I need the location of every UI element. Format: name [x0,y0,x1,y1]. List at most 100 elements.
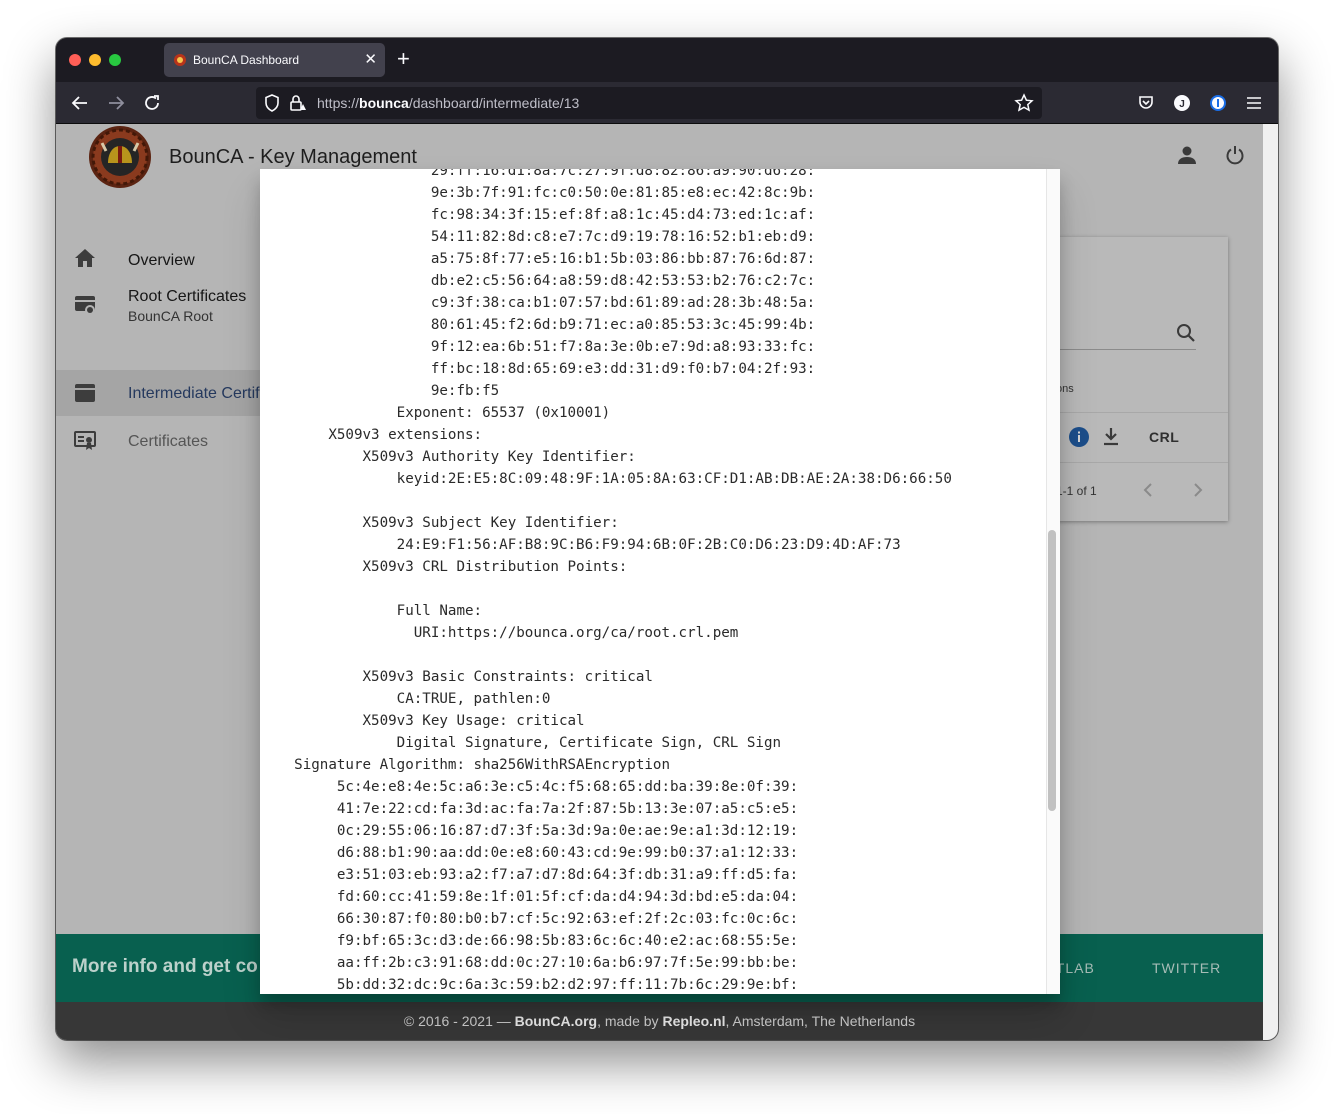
certificate-line: fd:60:cc:41:59:8e:1f:01:5f:cf:da:d4:94:3… [260,889,799,905]
power-icon[interactable] [1225,145,1245,165]
info-icon[interactable] [1069,427,1089,447]
url-scheme: https:// [317,95,360,111]
browser-window: BounCA Dashboard ✕ + https://bounca/dash… [56,38,1278,1040]
certificate-line: a5:75:8f:77:e5:16:b1:5b:03:86:bb:87:76:6… [260,251,816,267]
password-manager-icon[interactable] [1209,94,1227,112]
certificate-icon [74,431,96,450]
certificate-line: 0c:29:55:06:16:87:d7:3f:5a:3d:9a:0e:ae:9… [260,823,799,839]
certificate-line: 54:11:82:8d:c8:e7:7c:d9:19:78:16:52:b1:e… [260,229,816,245]
intermediate-table-card: ons CRL 1-1 of 1 [1056,237,1228,521]
account-avatar-icon[interactable]: J [1173,94,1191,112]
zoom-window-button[interactable] [109,54,121,66]
certificate-text: 29:ff:16:d1:8a:7c:27:9f:d8:82:86:a9:90:d… [260,169,952,994]
certificate-line: URI:https://bounca.org/ca/root.crl.pem [260,625,739,641]
reload-button[interactable] [139,90,165,116]
minimize-window-button[interactable] [89,54,101,66]
prev-page-icon[interactable] [1142,483,1154,497]
footer-divider [1056,462,1228,463]
certificate-line: 66:30:87:f0:80:b0:b7:cf:5c:92:63:ef:2f:2… [260,911,799,927]
forward-button[interactable] [103,90,129,116]
url-text: https://bounca/dashboard/intermediate/13 [317,95,579,111]
shield-icon[interactable] [264,94,280,112]
sidebar-label-root-certificates: Root Certificates [128,288,247,305]
certificate-line: c9:3f:38:ca:b1:07:57:bd:61:89:ad:28:3b:4… [260,295,816,311]
back-button[interactable] [67,90,93,116]
certificate-line: X509v3 Key Usage: critical [260,713,585,729]
close-window-button[interactable] [69,54,81,66]
certificate-line: X509v3 CRL Distribution Points: [260,559,628,575]
url-host: bounca [359,95,409,111]
reload-icon [145,95,159,110]
dialog-scrollbar-thumb[interactable] [1048,530,1056,811]
certificate-line: ff:bc:18:8d:65:69:e3:dd:31:d9:f0:b7:04:2… [260,361,816,377]
certificate-line: 9f:12:ea:6b:51:f7:8a:3e:0b:e7:9d:a8:93:3… [260,339,816,355]
intermediate-certificate-icon [75,384,95,402]
page-content: BounCA - Key Management Overview Root Ce… [56,124,1263,1040]
certificate-line: d6:88:b1:90:aa:dd:0e:e8:60:43:cd:9e:99:b… [260,845,799,861]
tab-title: BounCA Dashboard [193,53,300,67]
certificate-line: aa:ff:2b:c3:91:68:dd:0c:27:10:6a:b6:97:7… [260,955,799,971]
certificate-line: 29:ff:16:d1:8a:7c:27:9f:d8:82:86:a9:90:d… [260,169,816,179]
lock-warning-icon[interactable] [289,94,307,112]
page-scrollbar[interactable] [1263,124,1278,1040]
certificate-line: db:e2:c5:56:64:a8:59:d8:42:53:53:b2:76:c… [260,273,816,289]
footer-heading: More info and get co [72,956,258,977]
certificate-line: CA:TRUE, pathlen:0 [260,691,551,707]
svg-text:J: J [1179,99,1185,110]
sidebar-item-certificates[interactable]: Certificates [56,418,266,464]
certificate-line: fc:98:34:3f:15:ef:8f:a8:1c:45:d4:73:ed:1… [260,207,816,223]
menu-hamburger-icon[interactable] [1245,94,1263,112]
home-icon [75,249,95,267]
url-bar[interactable]: https://bounca/dashboard/intermediate/13 [256,87,1042,119]
sidebar-label-overview: Overview [128,252,195,269]
url-path: /dashboard/intermediate/13 [408,95,580,111]
sidebar-item-overview[interactable]: Overview [56,237,266,283]
tab-strip: BounCA Dashboard ✕ + [56,38,1278,82]
copyright-text: © 2016 - 2021 — BounCA.org, made by Repl… [56,1013,1263,1029]
certificate-line: X509v3 Basic Constraints: critical [260,669,653,685]
certificate-line: 5b:dd:32:dc:9c:6a:3c:59:b2:d2:97:ff:11:7… [260,977,799,993]
sidebar-sublabel-root: BounCA Root [128,308,213,324]
root-certificate-icon [75,296,95,315]
user-icon[interactable] [1177,145,1197,165]
sidebar-item-root-certificates[interactable]: Root Certificates BounCA Root [56,282,266,328]
copyright-bar: © 2016 - 2021 — BounCA.org, made by Repl… [56,1002,1263,1040]
certificate-line: 41:7e:22:cd:fa:3d:ac:fa:7a:2f:87:5b:13:3… [260,801,799,817]
forward-arrow-icon [109,96,125,110]
certificate-line: 80:61:45:f2:6d:b9:71:ec:a0:85:53:3c:45:9… [260,317,816,333]
certificate-line: Signature Algorithm: sha256WithRSAEncryp… [260,757,670,773]
bookmark-star-icon[interactable] [1014,93,1034,113]
copyright-suffix: , Amsterdam, The Netherlands [725,1013,916,1029]
bounca-link[interactable]: BounCA.org [515,1013,597,1029]
certificate-line: 9e:3b:7f:91:fc:c0:50:0e:81:85:e8:ec:42:8… [260,185,816,201]
download-icon[interactable] [1102,427,1120,447]
search-underline [1056,349,1196,350]
certificate-line: X509v3 Authority Key Identifier: [260,449,636,465]
sidebar-label-certificates: Certificates [128,433,209,450]
next-page-icon[interactable] [1192,483,1204,497]
copyright-prefix: © 2016 - 2021 — [403,1013,515,1029]
browser-tab[interactable]: BounCA Dashboard ✕ [164,43,385,77]
close-tab-icon[interactable]: ✕ [364,50,377,68]
search-icon[interactable] [1176,323,1196,343]
pagination-range: 1-1 of 1 [1056,484,1097,498]
certificate-line: e3:51:03:eb:93:a2:f7:a7:d7:8d:64:3f:db:3… [260,867,799,883]
new-tab-button[interactable]: + [397,47,410,71]
pocket-icon[interactable] [1137,94,1155,112]
nav-toolbar: https://bounca/dashboard/intermediate/13… [56,82,1278,124]
certificate-line: Digital Signature, Certificate Sign, CRL… [260,735,782,751]
crl-button[interactable]: CRL [1149,429,1179,445]
certificate-line: X509v3 extensions: [260,427,483,443]
bounca-logo-icon [89,126,151,188]
twitter-link[interactable]: TWITTER [1152,960,1221,976]
bounca-favicon-icon [174,54,186,66]
row-divider [1056,412,1228,413]
certificate-line: 5c:4e:e8:4e:5c:a6:3e:c5:4c:f5:68:65:dd:b… [260,779,799,795]
certificate-line: keyid:2E:E5:8C:09:48:9F:1A:05:8A:63:CF:D… [260,471,952,487]
repleo-link[interactable]: Repleo.nl [662,1013,725,1029]
certificate-line: 24:E9:F1:56:AF:B8:9C:B6:F9:94:6B:0F:2B:C… [260,537,901,553]
certificate-line: f9:bf:65:3c:d3:de:66:98:5b:83:6c:6c:40:e… [260,933,799,949]
certificate-line: 9e:fb:f5 [260,383,500,399]
certificate-line: X509v3 Subject Key Identifier: [260,515,619,531]
copyright-mid: , made by [597,1013,663,1029]
